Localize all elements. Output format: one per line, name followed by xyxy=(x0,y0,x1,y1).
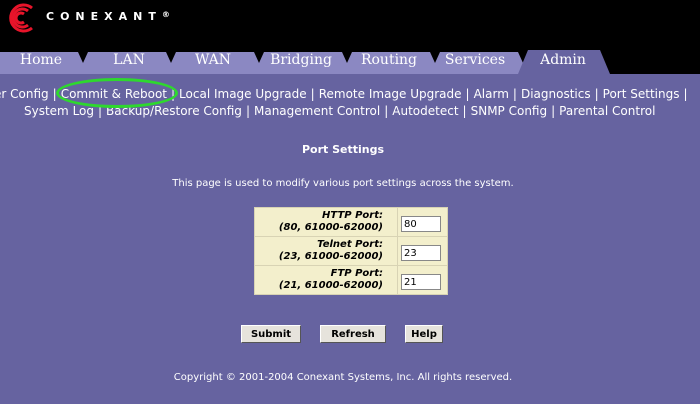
ftp-port-input[interactable] xyxy=(401,274,441,291)
main-tab-bar: Home LAN WAN Bridging Routing Services A… xyxy=(0,46,700,74)
telnet-port-value-cell xyxy=(397,236,448,266)
subnav-separator: | xyxy=(465,87,470,101)
telnet-port-label-cell: Telnet Port: (23, 61000-62000) xyxy=(254,236,398,266)
subnav-local-image-upgrade[interactable]: Local Image Upgrade xyxy=(179,87,307,101)
subnav-separator: | xyxy=(384,104,389,118)
subnav-remote-image-upgrade[interactable]: Remote Image Upgrade xyxy=(319,87,462,101)
tab-routing[interactable]: Routing xyxy=(350,52,428,68)
subnav-separator: | xyxy=(551,104,556,118)
tab-wan[interactable]: WAN xyxy=(174,52,252,68)
tab-bridging[interactable]: Bridging xyxy=(262,52,340,68)
subnav-separator: | xyxy=(683,87,688,101)
subnav-port-settings[interactable]: Port Settings xyxy=(603,87,680,101)
subnav-parental-control[interactable]: Parental Control xyxy=(559,104,655,118)
form-row-ftp: FTP Port: (21, 61000-62000) xyxy=(254,265,448,295)
ftp-port-label: FTP Port: xyxy=(330,268,383,279)
page-title: Port Settings xyxy=(301,143,385,156)
subnav-snmp-config[interactable]: SNMP Config xyxy=(471,104,548,118)
brand-text: CONEXANT xyxy=(46,10,162,23)
tab-services[interactable]: Services xyxy=(436,52,514,68)
refresh-button[interactable]: Refresh xyxy=(320,325,386,343)
http-port-input[interactable] xyxy=(401,216,441,233)
telnet-port-range: (23, 61000-62000) xyxy=(278,251,383,262)
ftp-port-label-cell: FTP Port: (21, 61000-62000) xyxy=(254,265,398,295)
subnav-user-config[interactable]: er Config xyxy=(0,87,49,101)
copyright-footer: Copyright © 2001-2004 Conexant Systems, … xyxy=(173,372,513,383)
conexant-logo-icon xyxy=(9,3,33,33)
tab-admin[interactable]: Admin xyxy=(526,52,600,68)
subnav-alarm[interactable]: Alarm xyxy=(474,87,509,101)
http-port-label-cell: HTTP Port: (80, 61000-62000) xyxy=(254,207,398,237)
highlight-circle xyxy=(56,78,178,108)
telnet-port-label: Telnet Port: xyxy=(317,239,383,250)
subnav-system-log[interactable]: System Log xyxy=(24,104,94,118)
telnet-port-input[interactable] xyxy=(401,245,441,262)
submit-button[interactable]: Submit xyxy=(241,325,301,343)
subnav-management-control[interactable]: Management Control xyxy=(254,104,380,118)
subnav-separator: | xyxy=(310,87,315,101)
form-row-http: HTTP Port: (80, 61000-62000) xyxy=(254,207,448,237)
port-settings-form: HTTP Port: (80, 61000-62000) Telnet Port… xyxy=(254,207,448,295)
ftp-port-range: (21, 61000-62000) xyxy=(278,280,383,291)
http-port-range: (80, 61000-62000) xyxy=(278,222,383,233)
subnav-autodetect[interactable]: Autodetect xyxy=(392,104,458,118)
subnav-separator: | xyxy=(594,87,599,101)
header-bar: CONEXANT® xyxy=(0,0,700,46)
help-button[interactable]: Help xyxy=(405,325,443,343)
form-row-telnet: Telnet Port: (23, 61000-62000) xyxy=(254,236,448,266)
subnav-separator: | xyxy=(245,104,250,118)
subnav-separator: | xyxy=(462,104,467,118)
subnav-separator: | xyxy=(512,87,517,101)
page-description: This page is used to modify various port… xyxy=(172,178,514,189)
brand-trademark: ® xyxy=(161,10,170,19)
ftp-port-value-cell xyxy=(397,265,448,295)
subnav-diagnostics[interactable]: Diagnostics xyxy=(521,87,591,101)
tab-lan[interactable]: LAN xyxy=(90,52,168,68)
http-port-label: HTTP Port: xyxy=(322,210,383,221)
brand-name: CONEXANT® xyxy=(46,10,170,23)
http-port-value-cell xyxy=(397,207,448,237)
tab-home[interactable]: Home xyxy=(2,52,80,68)
